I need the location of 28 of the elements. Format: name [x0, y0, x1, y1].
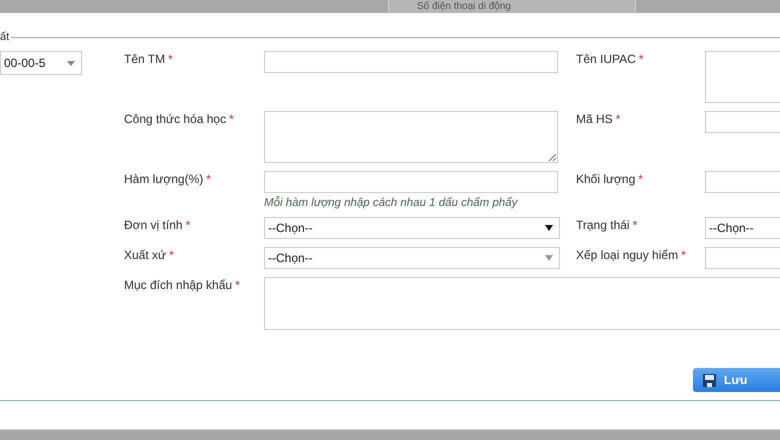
field-label: Xuất xứ * — [124, 247, 175, 262]
select-field[interactable]: --Chọn-- — [705, 217, 780, 239]
hint-text: Mỗi hàm lượng nhập cách nhau 1 dấu chấm phẩy — [264, 197, 519, 209]
field-label: Tên IUPAC * — [576, 51, 644, 66]
fieldset-legend: ất — [0, 31, 12, 43]
field-label: Khối lượng * — [576, 171, 644, 186]
text-area[interactable] — [705, 51, 780, 103]
caret-icon — [67, 60, 75, 66]
field-label: Tên TM * — [124, 51, 174, 66]
field-label: Công thức hóa học * — [124, 111, 235, 126]
input-field[interactable] — [264, 51, 558, 73]
input-field[interactable] — [264, 171, 558, 193]
resize-grip-icon — [548, 153, 556, 161]
select-field[interactable]: --Chọn-- — [264, 217, 560, 239]
field-label: Đơn vị tính * — [124, 217, 192, 232]
text-area[interactable] — [264, 277, 780, 330]
select-field[interactable]: --Chọn-- — [264, 247, 560, 269]
field-label: Hàm lượng(%) * — [124, 171, 212, 186]
field-label: Xếp loại nguy hiểm * — [576, 247, 687, 262]
input-field[interactable] — [705, 111, 780, 133]
field-label: Mã HS * — [576, 111, 622, 126]
select-field[interactable]: 00-00-5 — [0, 51, 82, 75]
text-area[interactable] — [264, 111, 558, 163]
input-field[interactable] — [705, 171, 780, 193]
field-label: Mục đích nhập khẩu * — [124, 277, 241, 292]
field-label: Trạng thái * — [576, 217, 638, 232]
column-header: Số điện thoại di động — [388, 0, 636, 13]
input-field[interactable] — [705, 247, 780, 269]
